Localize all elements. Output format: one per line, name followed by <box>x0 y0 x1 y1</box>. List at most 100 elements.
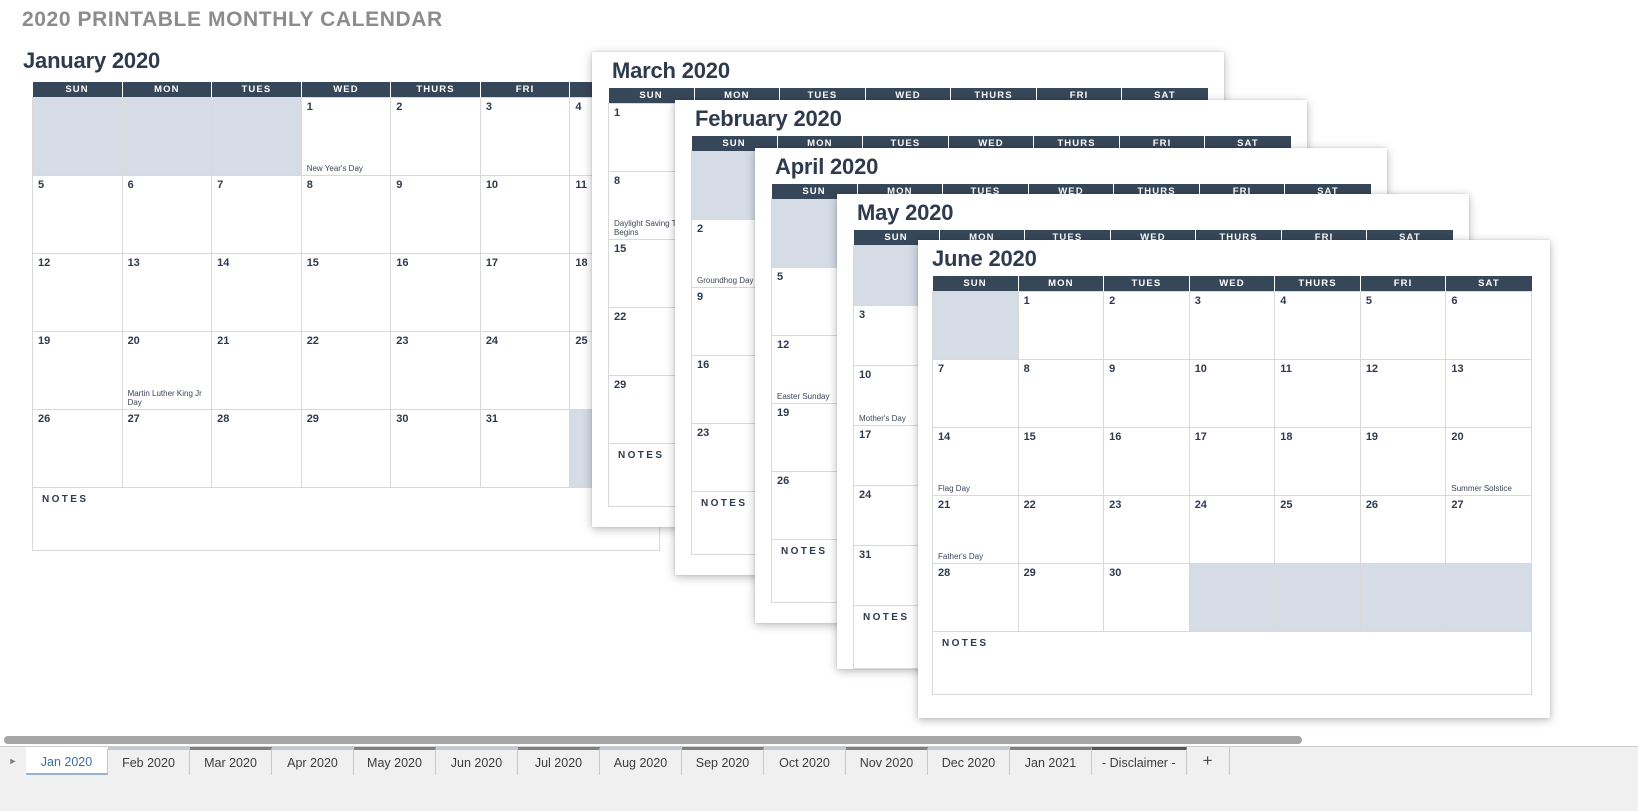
calendar-cell-empty[interactable] <box>211 97 302 176</box>
weekday-header-fri: FRI <box>1360 276 1447 292</box>
calendar-cell-day[interactable]: 9 <box>390 175 481 254</box>
calendar-cell-day[interactable]: 15 <box>1017 427 1105 496</box>
calendar-cell-day[interactable]: 27 <box>1445 495 1532 564</box>
day-number: 1 <box>614 107 621 119</box>
calendar-cell-day[interactable]: 23 <box>1103 495 1190 564</box>
calendar-cell-day[interactable]: 14 Flag Day <box>932 427 1019 496</box>
calendar-cell-day[interactable]: 6 <box>1445 291 1532 360</box>
calendar-cell-day[interactable]: 12 <box>32 253 123 332</box>
calendar-cell-day[interactable]: 17 <box>1188 427 1276 496</box>
tab-nav-arrow-icon[interactable]: ► <box>0 747 26 775</box>
calendar-cell-day[interactable]: 18 <box>1274 427 1361 496</box>
calendar-cell-day[interactable]: 26 <box>1359 495 1447 564</box>
holiday-label: New Year's Day <box>306 164 363 173</box>
calendar-week-row: 5 6 7 8 9 10 11 <box>32 175 660 254</box>
calendar-cell-day[interactable]: 30 <box>390 409 481 488</box>
calendar-cell-day[interactable]: 2 <box>1103 291 1190 360</box>
calendar-cell-day[interactable]: 5 <box>32 175 123 254</box>
calendar-card-june: June 2020 SUN MON TUES WED THURS FRI SAT 1 2 3 4 5 6… <box>918 240 1550 718</box>
calendar-cell-day[interactable]: 1 New Year's Day <box>300 97 392 176</box>
sheet-tab-jan-2021[interactable]: Jan 2021 <box>1010 747 1092 775</box>
calendar-cell-day[interactable]: 3 <box>479 97 571 176</box>
calendar-cell-day[interactable]: 20 Martin Luther King Jr Day <box>121 331 213 410</box>
calendar-cell-day[interactable]: 5 <box>1359 291 1447 360</box>
sheet-tab-disclaimer[interactable]: - Disclaimer - <box>1092 747 1187 775</box>
calendar-cell-day[interactable]: 16 <box>390 253 481 332</box>
calendar-cell-day[interactable]: 8 <box>300 175 392 254</box>
calendar-title-march: March 2020 <box>612 58 730 83</box>
sheet-tab-dec-2020[interactable]: Dec 2020 <box>928 747 1010 775</box>
calendar-cell-day[interactable]: 21 Father's Day <box>932 495 1019 564</box>
calendar-cell-day[interactable]: 7 <box>932 359 1019 428</box>
calendar-cell-day[interactable]: 28 <box>932 563 1019 632</box>
notes-label: NOTES <box>701 498 748 509</box>
calendar-cell-day[interactable]: 6 <box>121 175 213 254</box>
calendar-cell-day[interactable]: 22 <box>1017 495 1105 564</box>
calendar-cell-day[interactable]: 10 <box>479 175 571 254</box>
calendar-cell-day[interactable]: 19 <box>1359 427 1447 496</box>
calendar-cell-day[interactable]: 16 <box>1103 427 1190 496</box>
calendar-cell-day[interactable]: 27 <box>121 409 213 488</box>
calendar-cell-day[interactable]: 20 Summer Solstice <box>1445 427 1532 496</box>
notes-area[interactable]: NOTES <box>32 487 660 551</box>
day-number: 15 <box>1023 431 1036 443</box>
calendar-cell-day[interactable]: 28 <box>211 409 302 488</box>
calendar-cell-empty[interactable] <box>121 97 213 176</box>
day-number: 23 <box>1109 499 1122 511</box>
day-number: 1 <box>1023 295 1030 307</box>
notes-area[interactable]: NOTES <box>932 631 1532 695</box>
horizontal-scrollbar-thumb[interactable] <box>4 736 1302 744</box>
calendar-cell-day[interactable]: 7 <box>211 175 302 254</box>
sheet-tab-jul-2020[interactable]: Jul 2020 <box>518 747 600 775</box>
day-number: 12 <box>1365 363 1379 375</box>
day-number: 5 <box>777 271 784 283</box>
calendar-cell-day[interactable]: 31 <box>479 409 571 488</box>
sheet-tab-apr-2020[interactable]: Apr 2020 <box>272 747 354 775</box>
calendar-cell-day[interactable]: 19 <box>32 331 123 410</box>
add-sheet-button[interactable]: + <box>1186 747 1230 775</box>
sheet-tab-aug-2020[interactable]: Aug 2020 <box>600 747 682 775</box>
calendar-cell-day[interactable]: 3 <box>1188 291 1276 360</box>
calendar-cell-day[interactable]: 22 <box>300 331 392 410</box>
sheet-tab-nov-2020[interactable]: Nov 2020 <box>846 747 928 775</box>
calendar-cell-empty[interactable] <box>1274 563 1361 632</box>
sheet-tab-mar-2020[interactable]: Mar 2020 <box>190 747 272 775</box>
sheet-tab-sep-2020[interactable]: Sep 2020 <box>682 747 764 775</box>
day-number: 25 <box>1280 499 1293 511</box>
calendar-cell-day[interactable]: 13 <box>121 253 213 332</box>
sheet-tab-jun-2020[interactable]: Jun 2020 <box>436 747 518 775</box>
calendar-cell-empty[interactable] <box>1188 563 1276 632</box>
day-number: 1 <box>306 101 313 113</box>
calendar-cell-day[interactable]: 30 <box>1103 563 1190 632</box>
calendar-cell-day[interactable]: 8 <box>1017 359 1105 428</box>
calendar-cell-empty[interactable] <box>1359 563 1447 632</box>
calendar-cell-day[interactable]: 1 <box>1017 291 1105 360</box>
calendar-cell-day[interactable]: 15 <box>300 253 392 332</box>
sheet-tab-jan-2020[interactable]: Jan 2020 <box>26 747 108 775</box>
calendar-cell-day[interactable]: 13 <box>1445 359 1532 428</box>
calendar-cell-day[interactable]: 24 <box>479 331 571 410</box>
calendar-cell-day[interactable]: 29 <box>1017 563 1105 632</box>
day-number: 13 <box>127 257 140 269</box>
calendar-week-row: 7 8 9 10 11 12 13 <box>932 359 1532 428</box>
sheet-tab-oct-2020[interactable]: Oct 2020 <box>764 747 846 775</box>
calendar-cell-day[interactable]: 4 <box>1274 291 1361 360</box>
calendar-cell-day[interactable]: 12 <box>1359 359 1447 428</box>
calendar-cell-day[interactable]: 2 <box>390 97 481 176</box>
sheet-tab-feb-2020[interactable]: Feb 2020 <box>108 747 190 775</box>
calendar-cell-day[interactable]: 25 <box>1274 495 1361 564</box>
sheet-tab-may-2020[interactable]: May 2020 <box>354 747 436 775</box>
calendar-cell-day[interactable]: 29 <box>300 409 392 488</box>
calendar-cell-empty[interactable] <box>932 291 1019 360</box>
calendar-cell-day[interactable]: 11 <box>1274 359 1361 428</box>
calendar-cell-day[interactable]: 21 <box>211 331 302 410</box>
calendar-cell-day[interactable]: 9 <box>1103 359 1190 428</box>
calendar-cell-day[interactable]: 24 <box>1188 495 1276 564</box>
calendar-cell-day[interactable]: 26 <box>32 409 123 488</box>
calendar-cell-day[interactable]: 14 <box>211 253 302 332</box>
calendar-cell-day[interactable]: 10 <box>1188 359 1276 428</box>
calendar-cell-empty[interactable] <box>32 97 123 176</box>
calendar-cell-day[interactable]: 17 <box>479 253 571 332</box>
calendar-cell-empty[interactable] <box>1445 563 1532 632</box>
calendar-cell-day[interactable]: 23 <box>390 331 481 410</box>
